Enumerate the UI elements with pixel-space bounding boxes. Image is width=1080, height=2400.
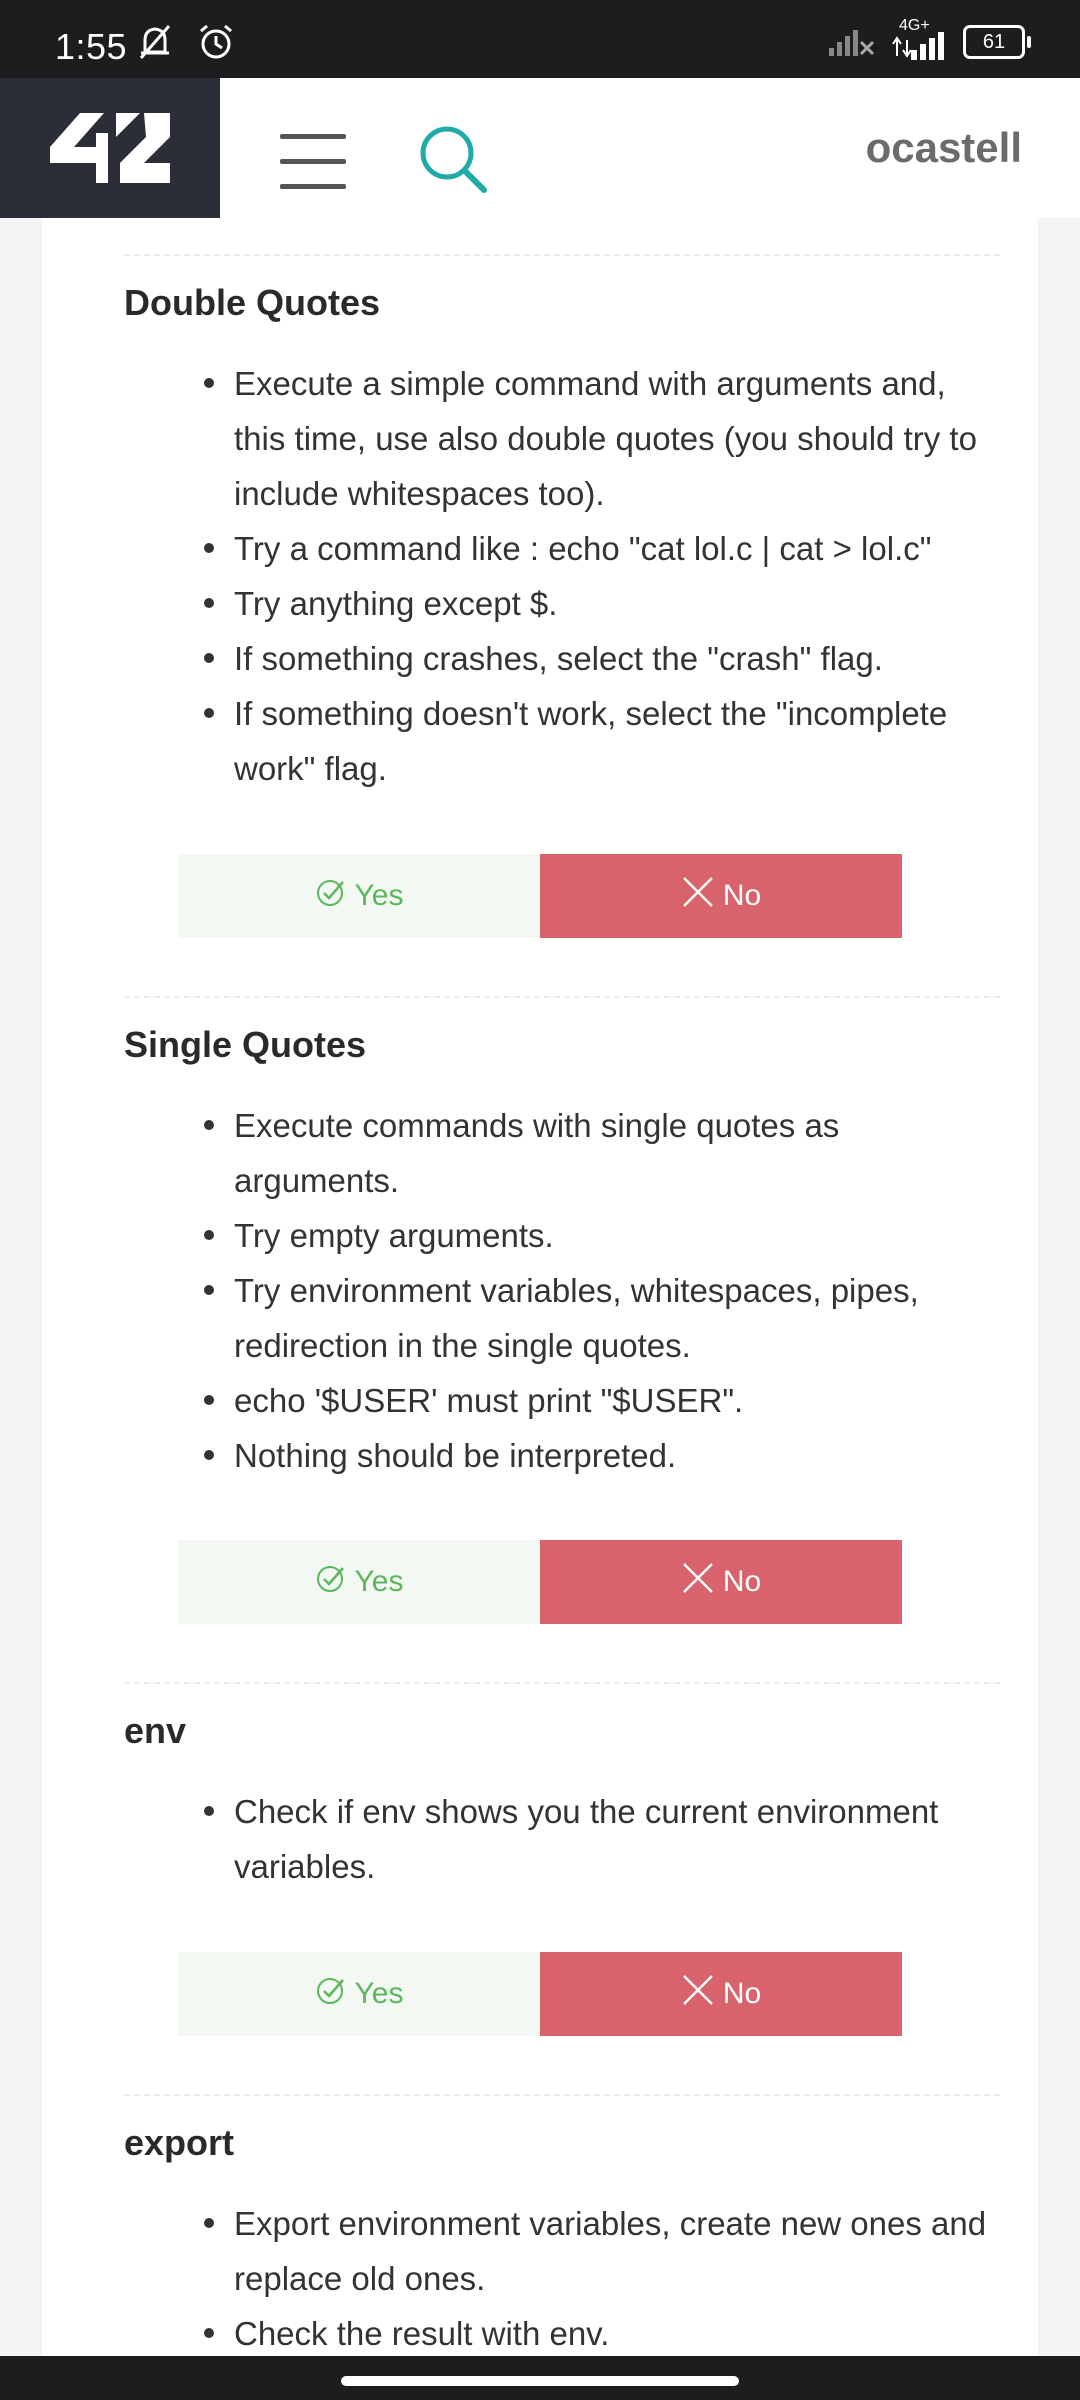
section-title-double-quotes: Double Quotes <box>124 282 381 323</box>
evaluation-card: Double Quotes Execute a simple command w… <box>42 218 1038 2356</box>
section-title-single-quotes: Single Quotes <box>124 1024 367 1065</box>
yes-button[interactable]: Yes <box>178 1952 540 2036</box>
yes-label: Yes <box>354 879 404 912</box>
section-title-export: export <box>124 2122 235 2163</box>
list-item: Check the result with env. <box>204 2306 1004 2361</box>
yes-label: Yes <box>354 1977 404 2010</box>
section-list-env: Check if env shows you the current envir… <box>42 1784 1080 1894</box>
list-item: Try empty arguments. <box>204 1208 1004 1263</box>
check-icon <box>315 876 347 916</box>
yes-button[interactable]: Yes <box>178 1540 540 1624</box>
no-label: No <box>722 1565 762 1598</box>
list-item: Try environment variables, whitespaces, … <box>204 1263 1004 1373</box>
no-label: No <box>722 1977 762 2010</box>
list-item: Check if env shows you the current envir… <box>204 1784 1004 1894</box>
section-divider <box>124 1682 1000 1684</box>
search-icon[interactable] <box>416 122 490 196</box>
list-item: Try anything except $. <box>204 576 1004 631</box>
no-button[interactable]: No <box>540 854 902 938</box>
no-button[interactable]: No <box>540 1952 902 2036</box>
status-bar: 1:55 4G+ 61 <box>0 0 1080 78</box>
status-right: 4G+ 61 <box>827 18 1031 63</box>
section-list-double-quotes: Execute a simple command with arguments … <box>42 356 1080 796</box>
list-item: Try a command like : echo "cat lol.c | c… <box>204 521 1004 576</box>
section-list-export: Export environment variables, create new… <box>42 2196 1080 2361</box>
logo-mark <box>50 113 170 183</box>
yes-label: Yes <box>354 1565 404 1598</box>
answer-buttons-env: Yes No <box>178 1952 902 2036</box>
no-label: No <box>722 879 762 912</box>
signal-x-icon <box>827 22 879 63</box>
no-button[interactable]: No <box>540 1540 902 1624</box>
signal-icon: 4G+ <box>889 18 953 62</box>
user-login[interactable]: ocastell <box>866 124 1022 172</box>
check-icon <box>315 1974 347 2014</box>
list-item: Nothing should be interpreted. <box>204 1428 1004 1483</box>
alarm-icon <box>196 22 236 67</box>
system-nav-bar <box>0 2356 1080 2400</box>
muted-bell-icon <box>135 22 179 67</box>
section-list-single-quotes: Execute commands with single quotes as a… <box>42 1098 1080 1483</box>
list-item: Execute commands with single quotes as a… <box>204 1098 1004 1208</box>
section-divider <box>124 254 1000 256</box>
list-item: If something crashes, select the "crash"… <box>204 631 1004 686</box>
list-item: Execute a simple command with arguments … <box>204 356 1004 521</box>
app-header: ocastell <box>0 78 1080 218</box>
answer-buttons-double-quotes: Yes No <box>178 854 902 938</box>
close-icon <box>681 875 715 917</box>
section-divider <box>124 996 1000 998</box>
answer-buttons-single-quotes: Yes No <box>178 1540 902 1624</box>
list-item: Export environment variables, create new… <box>204 2196 1004 2306</box>
battery-icon: 61 <box>963 25 1031 59</box>
list-item: If something doesn't work, select the "i… <box>204 686 1004 796</box>
close-icon <box>681 1561 715 1603</box>
status-time: 1:55 <box>55 26 128 67</box>
menu-icon[interactable] <box>280 134 346 190</box>
home-gesture-handle[interactable] <box>341 2376 739 2386</box>
close-icon <box>681 1973 715 2015</box>
section-title-env: env <box>124 1710 187 1751</box>
logo-42[interactable] <box>0 78 220 218</box>
list-item: echo '$USER' must print "$USER". <box>204 1373 1004 1428</box>
check-icon <box>315 1562 347 1602</box>
yes-button[interactable]: Yes <box>178 854 540 938</box>
section-divider <box>124 2094 1000 2096</box>
